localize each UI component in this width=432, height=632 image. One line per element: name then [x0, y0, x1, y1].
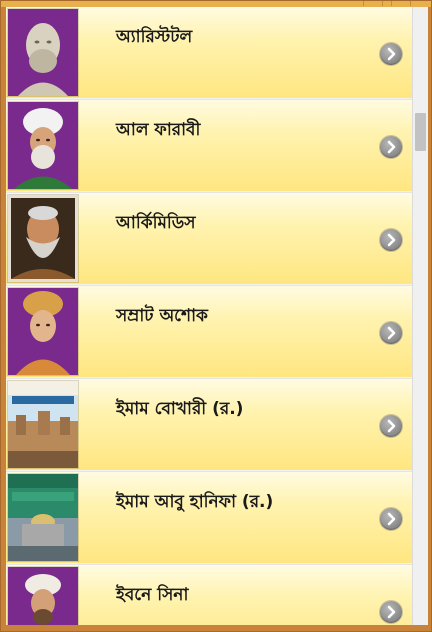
list-item[interactable]: ইবনে সিনা	[6, 565, 412, 625]
list-item-thumbnail	[8, 288, 78, 375]
list-item-thumbnail	[8, 567, 78, 625]
list-item-label: ইমাম আবু হানিফা (র.)	[116, 492, 274, 512]
list-item[interactable]: আল ফারাবী	[6, 100, 412, 192]
list-item-thumbnail	[8, 102, 78, 189]
list-item[interactable]: অ্যারিস্টটল	[6, 7, 412, 99]
chevron-right-icon[interactable]	[380, 601, 402, 623]
window-bottom-border	[1, 625, 431, 631]
list-item-thumbnail	[8, 474, 78, 561]
list-item[interactable]: সম্রাট অশোক	[6, 286, 412, 378]
minimize-button[interactable]	[363, 1, 383, 6]
chevron-right-icon[interactable]	[380, 229, 402, 251]
list-item-label: আর্কিমিডিস	[116, 213, 196, 233]
list-item-label: ইমাম বোখারী (র.)	[116, 399, 244, 419]
chevron-right-icon[interactable]	[380, 322, 402, 344]
list-item-thumbnail	[8, 9, 78, 96]
list-item-thumbnail	[8, 381, 78, 468]
chevron-right-icon[interactable]	[380, 415, 402, 437]
list-item-label: সম্রাট অশোক	[116, 306, 208, 326]
list-view: অ্যারিস্টটল আল ফারাবী আর্কিমিডিস সম্রাট …	[6, 7, 412, 625]
chevron-right-icon[interactable]	[380, 136, 402, 158]
chevron-right-icon[interactable]	[380, 43, 402, 65]
close-button[interactable]	[391, 1, 411, 6]
list-item[interactable]: ইমাম আবু হানিফা (র.)	[6, 472, 412, 564]
list-item-thumbnail	[8, 195, 78, 282]
chevron-right-icon[interactable]	[380, 508, 402, 530]
app-window: অ্যারিস্টটল আল ফারাবী আর্কিমিডিস সম্রাট …	[0, 0, 432, 632]
list-item-label: ইবনে সিনা	[116, 585, 189, 605]
list-item-label: আল ফারাবী	[116, 120, 201, 140]
list-item[interactable]: আর্কিমিডিস	[6, 193, 412, 285]
scrollbar-thumb[interactable]	[415, 113, 426, 151]
vertical-scrollbar[interactable]	[412, 7, 428, 625]
list-item-label: অ্যারিস্টটল	[116, 27, 193, 47]
list-item[interactable]: ইমাম বোখারী (র.)	[6, 379, 412, 471]
